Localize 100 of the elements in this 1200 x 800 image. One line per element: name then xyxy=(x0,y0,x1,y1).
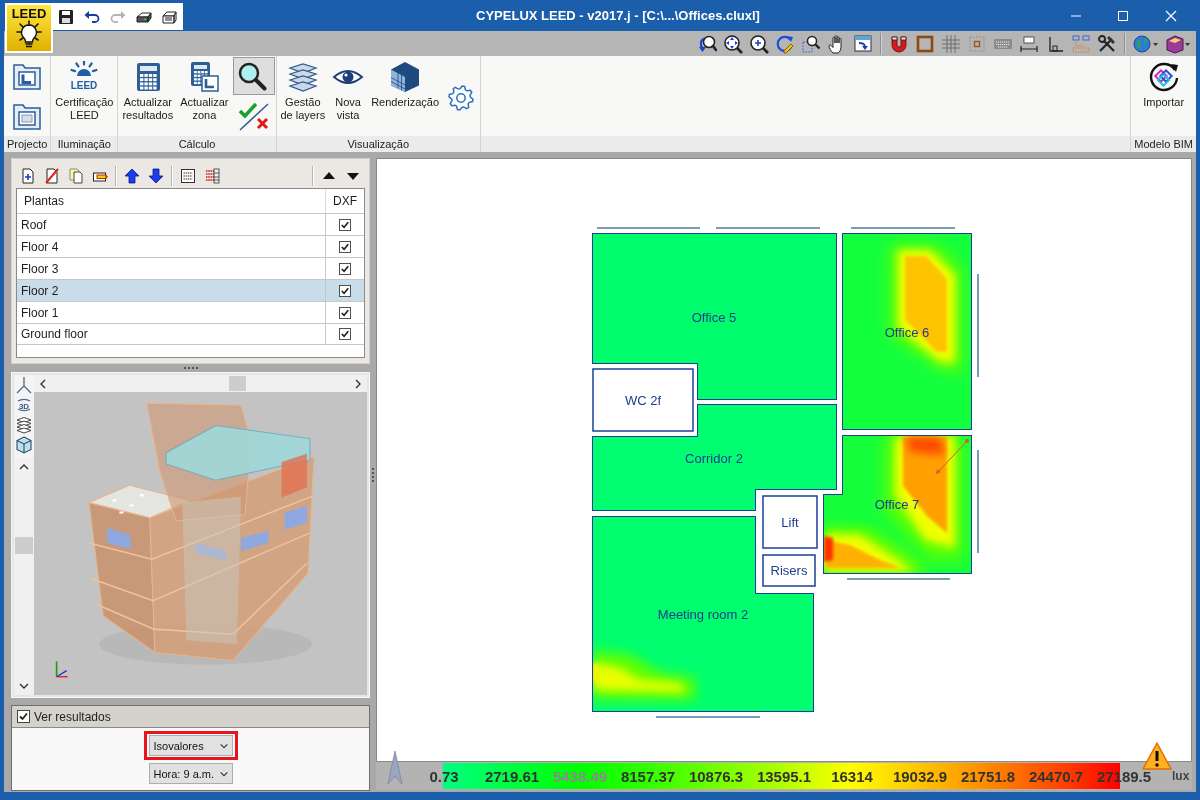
arrow-down-icon[interactable] xyxy=(148,167,164,184)
floor-name: Floor 2 xyxy=(20,283,59,298)
import-button[interactable]: Importar xyxy=(1140,57,1188,112)
show-results-checkbox[interactable] xyxy=(17,710,30,723)
floor-name: Roof xyxy=(20,217,47,232)
floor-name: Ground floor xyxy=(20,327,88,341)
magnifier-arrow-icon[interactable] xyxy=(697,33,717,54)
group-label: Iluminação xyxy=(57,138,111,150)
grip-icon[interactable] xyxy=(183,366,198,370)
globe-icon[interactable] xyxy=(1133,33,1159,54)
zoom-in-icon[interactable] xyxy=(749,33,769,54)
update-results-button[interactable]: Actualizar resultados xyxy=(119,57,177,125)
unit-label: lux xyxy=(1172,769,1190,783)
scrollbar-thumb[interactable] xyxy=(229,376,246,391)
window-title: CYPELUX LEED - v2017.j - [C:\...\Offices.cluxl] xyxy=(476,8,760,23)
room-label: Corridor 2 xyxy=(685,451,743,466)
circular-arrow-icon xyxy=(1147,61,1180,93)
floor-name: Floor 1 xyxy=(20,305,59,320)
hour-dropdown[interactable]: Hora: 9 a.m. xyxy=(148,763,233,784)
floor-name: Floor 3 xyxy=(20,261,59,276)
layers-icon xyxy=(286,61,319,93)
column-header: Plantas xyxy=(24,194,65,208)
zoom-button[interactable] xyxy=(232,57,275,95)
maximize-icon xyxy=(1116,9,1129,22)
magnifier-icon xyxy=(236,61,267,91)
arrow-up-icon[interactable] xyxy=(124,167,140,184)
lightbulb-icon xyxy=(14,20,44,50)
scale-value: 19032.9 xyxy=(892,767,948,785)
scale-value: 24470.7 xyxy=(1028,767,1084,785)
room-label: Office 5 xyxy=(691,310,737,325)
grip-icon[interactable] xyxy=(371,468,375,482)
leed-certification-button[interactable]: LEED Certificação LEED xyxy=(52,57,117,125)
dxf-checkbox[interactable] xyxy=(339,240,351,253)
refresh-pencil-icon[interactable] xyxy=(775,33,795,54)
dxf-checkbox[interactable] xyxy=(339,284,351,297)
cube-icon[interactable] xyxy=(15,436,33,454)
scrollbar-thumb[interactable] xyxy=(15,537,33,554)
app-menu-button[interactable]: LEED xyxy=(5,3,53,53)
floor-row[interactable]: Floor 4 xyxy=(17,235,364,257)
scrollbar[interactable] xyxy=(14,458,34,695)
room-outline xyxy=(762,554,816,587)
document-icon[interactable] xyxy=(180,167,196,184)
warning-icon[interactable] xyxy=(1142,741,1172,771)
room-label: WC 2f xyxy=(624,393,662,408)
gear-icon xyxy=(447,84,475,112)
dimension-icon[interactable] xyxy=(1019,33,1039,54)
calculator-plan-icon xyxy=(188,61,221,93)
tools-icon[interactable] xyxy=(1097,33,1117,54)
layers-button[interactable]: Gestão de layers xyxy=(277,57,329,125)
column-header: DXF xyxy=(333,194,357,208)
floor-row[interactable]: Floor 1 xyxy=(17,301,364,323)
scale-value: 10876.3 xyxy=(688,767,744,785)
copy-pages-icon[interactable] xyxy=(68,167,84,184)
dxf-checkbox[interactable] xyxy=(339,328,351,340)
layers-icon[interactable] xyxy=(15,416,33,434)
close-icon xyxy=(1165,9,1177,22)
room-label: Meeting room 2 xyxy=(657,607,749,622)
checkbox-label: Ver resultados xyxy=(34,709,111,724)
dxf-checkbox[interactable] xyxy=(339,306,351,319)
axes-icon[interactable] xyxy=(15,376,33,394)
room-label: Office 6 xyxy=(884,325,930,340)
document-list-icon[interactable] xyxy=(204,167,220,184)
room-label: Risers xyxy=(770,563,808,578)
new-view-button[interactable]: Nova vista xyxy=(329,57,368,125)
cube-icon xyxy=(389,61,422,93)
snap-point-icon[interactable] xyxy=(967,33,987,54)
pointer-line xyxy=(936,439,969,474)
zoom-extents-icon[interactable] xyxy=(723,33,743,54)
room-label: Lift xyxy=(781,515,799,530)
floor-row[interactable]: Floor 2 xyxy=(17,279,364,301)
scrollbar[interactable] xyxy=(34,375,367,392)
north-arrow-icon xyxy=(387,750,403,785)
tick-and-cross-icon xyxy=(236,101,271,131)
square-icon[interactable] xyxy=(915,33,935,54)
floor-row[interactable]: Roof xyxy=(17,213,364,235)
add-page-icon[interactable] xyxy=(20,167,36,184)
group-label: Visualização xyxy=(347,138,410,150)
mode-dropdown[interactable]: Isovalores xyxy=(148,735,233,756)
floor-row[interactable]: Floor 3 xyxy=(17,257,364,279)
scale-value: 13595.1 xyxy=(756,767,812,785)
floor-name: Floor 4 xyxy=(20,239,59,254)
group-label: Projecto xyxy=(7,138,48,150)
floor-row[interactable]: Ground floor xyxy=(17,323,364,345)
scale-value: 2719.61 xyxy=(484,767,540,785)
scale-value: 5438.49 xyxy=(552,767,608,785)
render-button[interactable]: Renderização xyxy=(368,57,442,112)
book-icon[interactable] xyxy=(1165,33,1191,54)
room-outline xyxy=(762,495,818,549)
dxf-checkbox[interactable] xyxy=(339,218,351,231)
magnet-icon[interactable] xyxy=(889,33,909,54)
folder-plan-icon xyxy=(11,61,44,91)
scale-value: 21751.8 xyxy=(960,767,1016,785)
group-label: Cálculo xyxy=(178,138,216,150)
update-zone-button[interactable]: Actualizar zona xyxy=(177,57,232,125)
folder-page-icon xyxy=(11,101,44,131)
scale-value: 16314 xyxy=(831,767,873,785)
zoom-window-icon[interactable] xyxy=(801,33,821,54)
axes-gizmo-icon xyxy=(55,660,69,678)
dxf-checkbox[interactable] xyxy=(339,262,351,275)
delete-page-icon[interactable] xyxy=(44,167,60,184)
